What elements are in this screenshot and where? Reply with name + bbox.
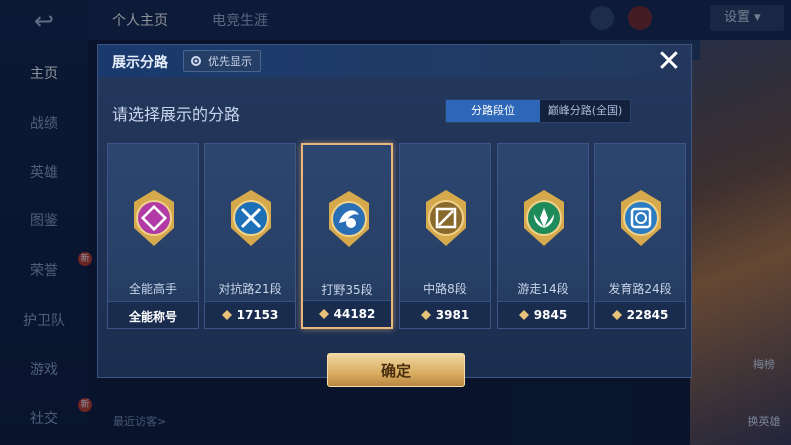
card-footer: 17153 [205, 301, 295, 328]
lane-card-all-round[interactable]: 全能高手 全能称号 [107, 143, 199, 329]
lane-card-roam[interactable]: 游走14段 9845 [497, 143, 589, 329]
card-label: 打野35段 [321, 283, 373, 297]
card-value-row: 44182 [303, 307, 391, 321]
points-icon [221, 310, 232, 320]
clash-lane-medal-icon [231, 190, 271, 246]
card-value: 22845 [626, 308, 669, 322]
card-footer: 3981 [400, 301, 490, 328]
card-value: 17153 [236, 308, 279, 322]
card-label: 全能高手 [128, 282, 177, 296]
close-button[interactable]: ✕ [653, 47, 685, 77]
card-value: 9845 [533, 308, 568, 322]
confirm-button[interactable]: 确定 [327, 353, 465, 387]
card-footer: 9845 [498, 301, 588, 328]
all-round-medal-icon [134, 190, 174, 246]
mode-segmented-control: 分路段位 巅峰分路(全国) [445, 99, 631, 123]
card-value-row: 22845 [595, 308, 685, 322]
points-icon [420, 310, 431, 320]
card-footer: 22845 [595, 301, 685, 328]
lane-card-mid[interactable]: 中路8段 3981 [399, 143, 491, 329]
lane-card-farm[interactable]: 发育路24段 22845 [594, 143, 686, 329]
modal-header: 展示分路 优先显示 ✕ [98, 45, 691, 77]
lane-card-jungle[interactable]: 打野35段 44182 [301, 143, 393, 329]
card-value: 全能称号 [128, 310, 177, 324]
card-footer: 全能称号 [108, 301, 198, 328]
card-value-row: 17153 [205, 308, 295, 322]
tab-lane-rank[interactable]: 分路段位 [446, 100, 540, 122]
card-value-row: 9845 [498, 308, 588, 322]
card-value: 44182 [333, 307, 376, 321]
points-icon [518, 310, 529, 320]
tab-peak-lane[interactable]: 巅峰分路(全国) [540, 100, 630, 122]
roam-medal-icon [524, 190, 564, 246]
card-label: 中路8段 [423, 282, 467, 296]
mid-lane-medal-icon [426, 190, 466, 246]
card-footer: 44182 [303, 300, 391, 327]
card-value: 3981 [435, 308, 470, 322]
farm-lane-medal-icon [621, 190, 661, 246]
card-label: 对抗路21段 [218, 282, 282, 296]
jungle-medal-icon [329, 191, 369, 247]
lane-card-clash[interactable]: 对抗路21段 17153 [204, 143, 296, 329]
card-value-row: 3981 [400, 308, 490, 322]
points-icon [611, 310, 622, 320]
priority-display-button[interactable]: 优先显示 [183, 50, 261, 72]
priority-label: 优先显示 [208, 55, 252, 68]
points-icon [318, 309, 329, 319]
card-label: 发育路24段 [608, 282, 672, 296]
card-label: 游走14段 [517, 282, 569, 296]
modal-title: 展示分路 [112, 55, 168, 71]
modal-subtitle: 请选择展示的分路 [112, 105, 241, 124]
lane-display-modal: 展示分路 优先显示 ✕ 请选择展示的分路 分路段位 巅峰分路(全国) 全能高手 … [97, 44, 692, 387]
gear-icon [191, 56, 201, 66]
